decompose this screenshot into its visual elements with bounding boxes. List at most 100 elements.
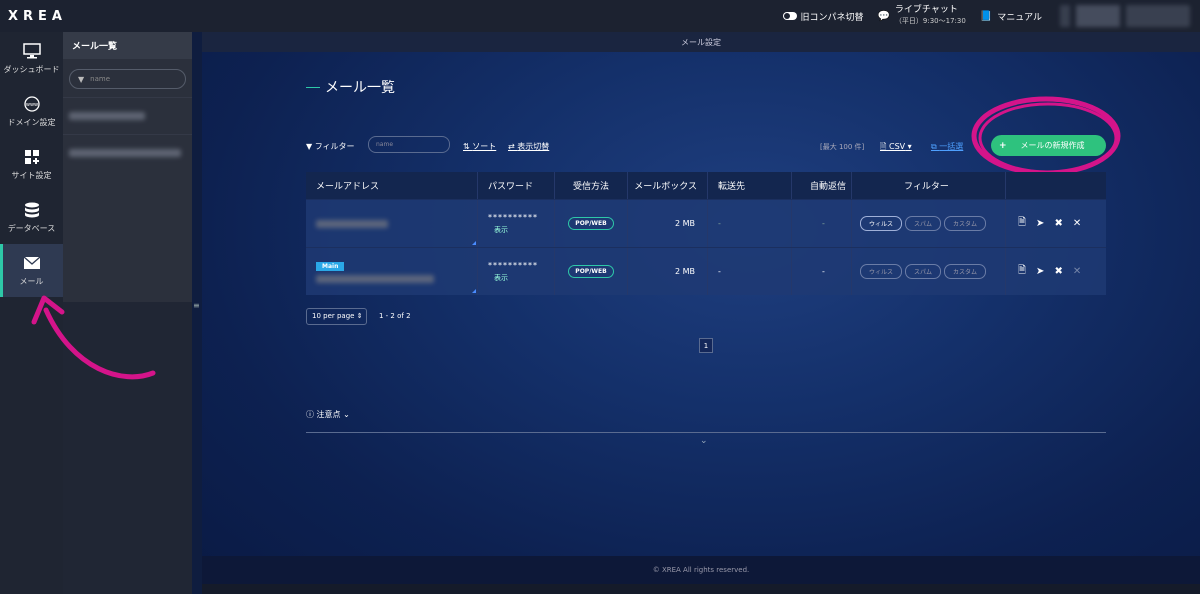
method-pill: POP/WEB (568, 217, 614, 230)
toggle-icon (783, 12, 798, 20)
annotation-arrow (31, 295, 156, 380)
filter-cell: ウィルス スパム カスタム (852, 248, 1006, 295)
title-accent-line (306, 86, 320, 88)
chat-bubble-icon: 💬 (877, 10, 890, 22)
document-icon[interactable]: 🗎 (1018, 263, 1026, 280)
filter-spam-pill[interactable]: スパム (905, 264, 942, 279)
sidebar-resize-handle-icon[interactable]: ≡ (193, 302, 201, 310)
autoreply-cell: - (792, 200, 852, 247)
per-page-select[interactable]: 10 per page ⇕ (306, 308, 367, 325)
sidebar-mail-item[interactable] (63, 97, 192, 134)
show-password-link[interactable]: 表示 (494, 225, 508, 235)
table-row[interactable]: Main ********** 表示 POP/WEB 2 MB - - ウィルス… (306, 247, 1106, 295)
page-title-text: メール一覧 (325, 80, 395, 96)
www-globe-icon: www (23, 95, 40, 112)
sort-link[interactable]: ⇅ ソート (463, 141, 496, 152)
filter-virus-pill[interactable]: ウィルス (860, 264, 903, 279)
nav-item-dashboard[interactable]: ダッシュボード (0, 32, 63, 85)
mail-list-sidebar: メール一覧 ▼ name (63, 32, 192, 302)
email-cell[interactable] (306, 200, 478, 247)
forward-cell: - (708, 248, 792, 295)
col-filter: フィルター (852, 172, 1006, 199)
corner-marker (472, 289, 476, 293)
actions-cell: 🗎 ➤ ✖ ✕ (1006, 248, 1106, 295)
actions-cell: 🗎 ➤ ✖ ✕ (1006, 200, 1106, 247)
page-1-button[interactable]: 1 (699, 338, 713, 353)
filter-custom-pill[interactable]: カスタム (944, 264, 987, 279)
xrea-logo[interactable]: XREA (8, 9, 67, 24)
col-email[interactable]: メールアドレス (306, 172, 478, 199)
col-mailbox: メールボックス (628, 172, 708, 199)
col-actions (1006, 172, 1106, 199)
nav-label-mail: メール (19, 276, 44, 286)
sidebar-search-placeholder: name (90, 75, 111, 83)
filter-input[interactable]: name (368, 136, 450, 153)
nav-label-site: サイト設定 (11, 170, 52, 180)
receive-cell: POP/WEB (555, 200, 628, 247)
sidebar-title: メール一覧 (63, 32, 192, 59)
blurred-mail-address (69, 149, 181, 157)
monitor-icon (22, 42, 41, 58)
bulk-select-link[interactable]: ⧉ 一括選 (931, 141, 963, 152)
csv-download-link[interactable]: 🗎 CSV ▾ (880, 141, 912, 155)
mailbox-cell: 2 MB (628, 248, 708, 295)
sidebar-search-input[interactable]: ▼ name (69, 69, 186, 89)
filter-funnel-icon: ▼ (78, 74, 85, 84)
method-pill: POP/WEB (568, 265, 614, 278)
result-range: 1 - 2 of 2 (379, 312, 411, 320)
tools-icon[interactable]: ✖ (1054, 218, 1062, 229)
blurred-mail-address (69, 112, 145, 120)
footer-strip (202, 584, 1200, 594)
nav-label-database: データベース (7, 223, 56, 233)
tools-icon[interactable]: ✖ (1054, 266, 1062, 277)
nav-item-site[interactable]: サイト設定 (0, 138, 63, 191)
main-badge: Main (316, 262, 345, 271)
user-account-menu[interactable] (1060, 5, 1190, 27)
nav-item-database[interactable]: データベース (0, 191, 63, 244)
old-panel-toggle[interactable]: 旧コンパネ切替 (783, 10, 863, 23)
svg-text:www: www (25, 102, 37, 108)
table-header: メールアドレス パスワード 受信方法 メールボックス 転送先 自動返信 フィルタ… (306, 172, 1106, 199)
filter-virus-pill[interactable]: ウィルス (860, 216, 903, 231)
nav-item-domain[interactable]: www ドメイン設定 (0, 85, 63, 138)
col-forward: 転送先 (708, 172, 792, 199)
nav-label-dashboard: ダッシュボード (3, 64, 60, 74)
autoreply-cell: - (792, 248, 852, 295)
forward-cell: - (708, 200, 792, 247)
chat-hours: （平日）9:30〜17:30 (894, 17, 966, 25)
col-password: パスワード (478, 172, 555, 199)
notes-divider (306, 432, 1106, 433)
live-chat-link[interactable]: 💬 ライブチャット （平日）9:30〜17:30 (877, 5, 965, 27)
table-row[interactable]: ********** 表示 POP/WEB 2 MB - - ウィルス スパム … (306, 199, 1106, 247)
send-icon[interactable]: ➤ (1036, 218, 1044, 229)
notes-toggle[interactable]: ⓘ 注意点 ⌄ (306, 409, 350, 420)
chevron-down-icon[interactable]: ⌄ (700, 436, 708, 446)
filter-spam-pill[interactable]: スパム (905, 216, 942, 231)
close-icon[interactable]: ✕ (1073, 218, 1081, 229)
view-toggle-link[interactable]: ⇄ 表示切替 (508, 141, 549, 152)
send-icon[interactable]: ➤ (1036, 266, 1044, 277)
email-cell[interactable]: Main (306, 248, 478, 295)
page-title: メール一覧 (306, 77, 395, 97)
password-cell: ********** 表示 (478, 200, 555, 247)
filter-custom-pill[interactable]: カスタム (944, 216, 987, 231)
document-icon[interactable]: 🗎 (1018, 215, 1026, 232)
sidebar-mail-item[interactable] (63, 134, 192, 171)
col-autoreply: 自動返信 (792, 172, 852, 199)
show-password-link[interactable]: 表示 (494, 273, 508, 283)
col-receive: 受信方法 (555, 172, 628, 199)
receive-cell: POP/WEB (555, 248, 628, 295)
filter-cell: ウィルス スパム カスタム (852, 200, 1006, 247)
chat-title: ライブチャット (894, 5, 958, 15)
blurred-mail-address (316, 274, 434, 283)
blurred-mail-address (316, 219, 388, 228)
manual-label: マニュアル (997, 12, 1042, 23)
main-content: メール設定 メール一覧 ▼ フィルター name ⇅ ソート ⇄ 表示切替 [最… (202, 32, 1200, 594)
nav-label-domain: ドメイン設定 (7, 117, 56, 127)
database-icon (24, 202, 39, 217)
max-count-text: [最大 100 件] (820, 143, 865, 151)
password-cell: ********** 表示 (478, 248, 555, 295)
annotation-circle (971, 96, 1121, 176)
manual-link[interactable]: 📘 マニュアル (980, 10, 1042, 23)
book-icon: 📘 (979, 10, 993, 22)
